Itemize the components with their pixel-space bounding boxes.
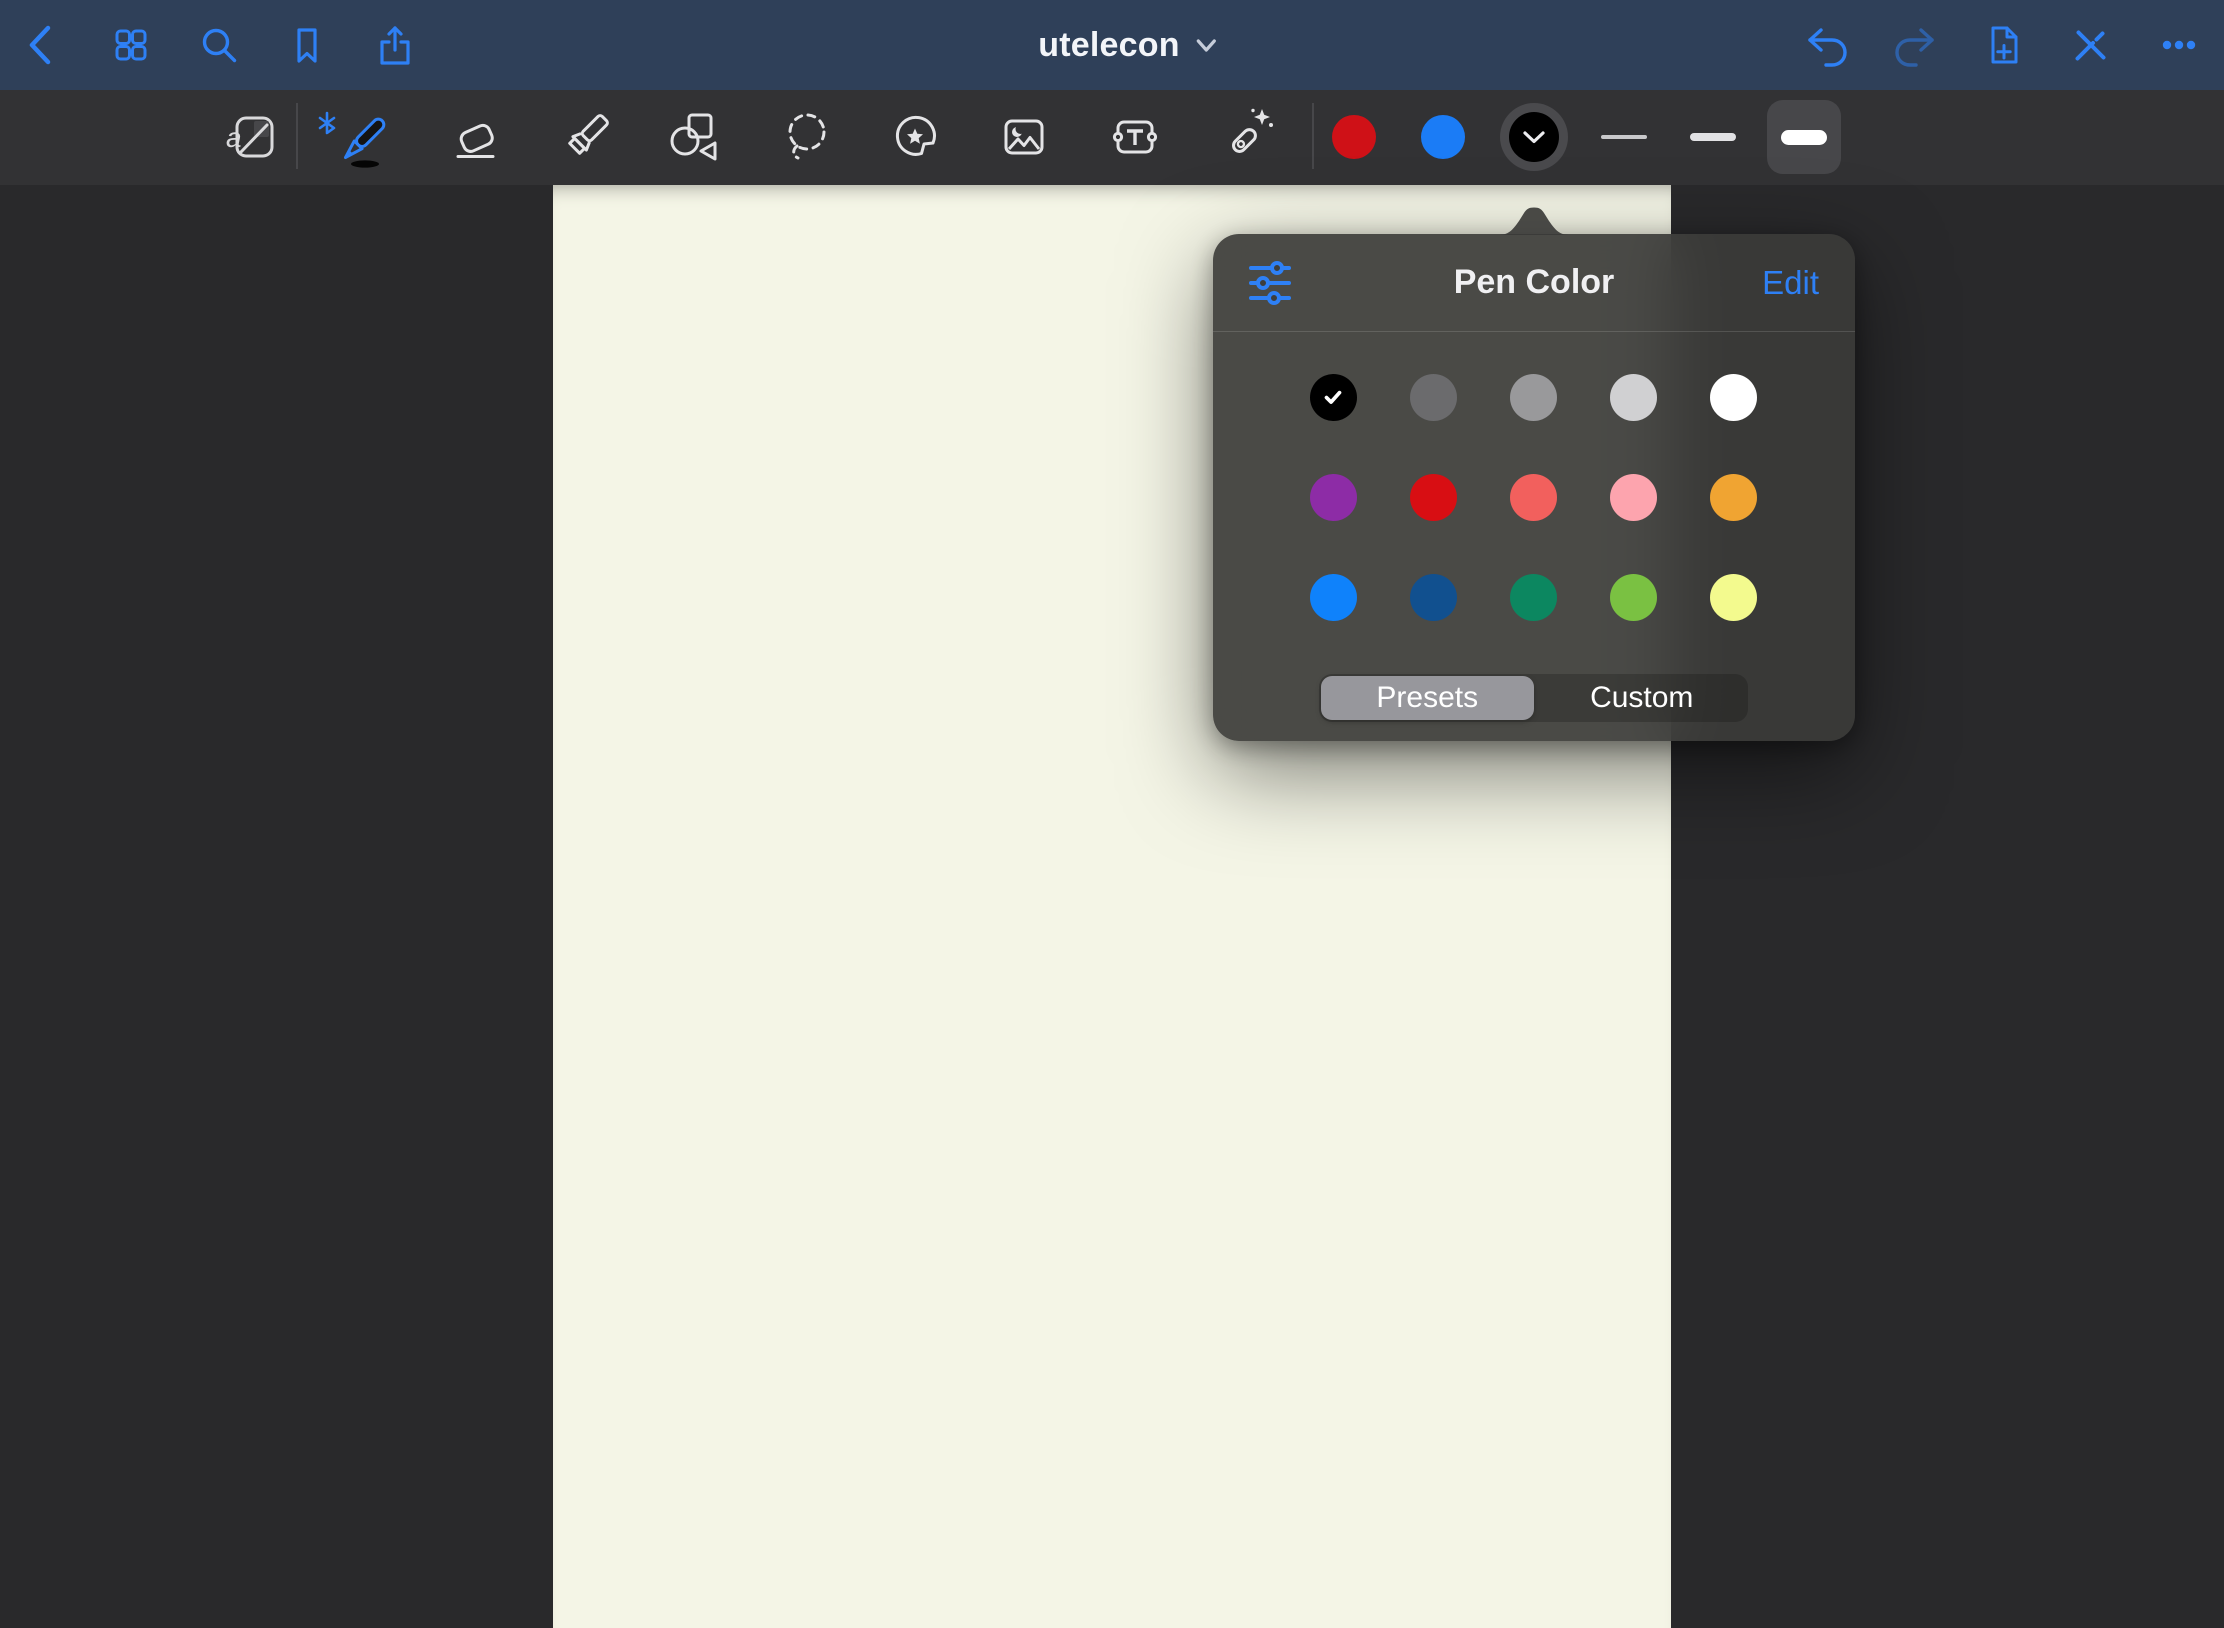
pen-color-swatch-orange[interactable] <box>1710 474 1757 521</box>
pen-color-popover: Pen Color Edit Pre <box>1213 234 1855 741</box>
sticker-tool-icon[interactable] <box>883 105 947 169</box>
thickness-medium-button[interactable] <box>1676 100 1750 174</box>
toolbar-divider <box>296 103 298 169</box>
lasso-tool-icon[interactable] <box>774 105 838 169</box>
pen-color-swatch-yellow[interactable] <box>1710 574 1757 621</box>
toolbar-divider <box>1312 103 1314 169</box>
pen-color-swatch-coral[interactable] <box>1510 474 1557 521</box>
pen-color-swatch-white[interactable] <box>1710 374 1757 421</box>
thickness-thin-button[interactable] <box>1587 100 1661 174</box>
pen-color-swatch-black-selected[interactable] <box>1310 374 1357 421</box>
tab-custom[interactable]: Custom <box>1536 674 1749 722</box>
popover-separator <box>1213 331 1855 332</box>
tab-presets[interactable]: Presets <box>1321 676 1534 720</box>
edit-button[interactable]: Edit <box>1762 234 1819 331</box>
thick-line-icon <box>1781 130 1827 145</box>
chevron-down-icon <box>1521 129 1547 145</box>
share-icon[interactable] <box>373 23 417 67</box>
pen-color-swatch-light-gray[interactable] <box>1610 374 1657 421</box>
color-swatch-black-selected[interactable] <box>1500 103 1568 171</box>
more-icon[interactable] <box>2157 23 2201 67</box>
top-nav-bar: utelecon <box>0 0 2224 90</box>
highlighter-tool-icon[interactable] <box>554 105 618 169</box>
pen-tool-icon[interactable] <box>331 105 395 169</box>
text-tool-icon[interactable] <box>1103 105 1167 169</box>
color-swatch-blue[interactable] <box>1421 115 1465 159</box>
thin-line-icon <box>1601 135 1647 139</box>
undo-icon[interactable] <box>1805 23 1849 67</box>
pen-color-swatch-gray[interactable] <box>1510 374 1557 421</box>
search-icon[interactable] <box>197 23 241 67</box>
pen-color-swatch-dark-gray[interactable] <box>1410 374 1457 421</box>
chevron-down-icon <box>1196 38 1218 53</box>
thumbnails-icon[interactable] <box>109 23 153 67</box>
presets-custom-segmented-control: Presets Custom <box>1319 674 1748 722</box>
medium-line-icon <box>1690 133 1736 141</box>
eraser-tool-icon[interactable] <box>443 105 507 169</box>
goodnotes-app: utelecon <box>0 0 2224 1628</box>
shapes-tool-icon[interactable] <box>663 105 727 169</box>
document-title-menu[interactable]: utelecon <box>1038 0 1217 90</box>
add-page-icon[interactable] <box>1981 23 2025 67</box>
laser-pointer-tool-icon[interactable] <box>1216 105 1280 169</box>
back-icon[interactable] <box>21 23 65 67</box>
pen-color-grid <box>1283 347 1855 647</box>
svg-text:a: a <box>226 122 242 153</box>
tool-bar: a <box>0 90 2224 185</box>
stylus-off-icon[interactable] <box>2069 23 2113 67</box>
bookmark-icon[interactable] <box>285 23 329 67</box>
view-mode-icon[interactable]: a <box>221 105 285 169</box>
pen-color-swatch-teal-green[interactable] <box>1510 574 1557 621</box>
pen-color-swatch-navy[interactable] <box>1410 574 1457 621</box>
popover-title: Pen Color <box>1213 234 1855 331</box>
thickness-thick-button[interactable] <box>1767 100 1841 174</box>
popover-arrow <box>1498 205 1570 235</box>
pen-color-swatch-red[interactable] <box>1410 474 1457 521</box>
popover-header: Pen Color Edit <box>1213 234 1855 331</box>
check-icon <box>1320 384 1346 410</box>
pen-color-swatch-green[interactable] <box>1610 574 1657 621</box>
image-tool-icon[interactable] <box>992 105 1056 169</box>
pen-color-swatch-pink[interactable] <box>1610 474 1657 521</box>
document-title: utelecon <box>1038 26 1179 65</box>
pen-color-swatch-purple[interactable] <box>1310 474 1357 521</box>
nav-right-group <box>1805 0 2201 90</box>
color-swatch-red[interactable] <box>1332 115 1376 159</box>
pen-color-swatch-blue[interactable] <box>1310 574 1357 621</box>
redo-icon[interactable] <box>1893 23 1937 67</box>
nav-left-group <box>21 0 417 90</box>
